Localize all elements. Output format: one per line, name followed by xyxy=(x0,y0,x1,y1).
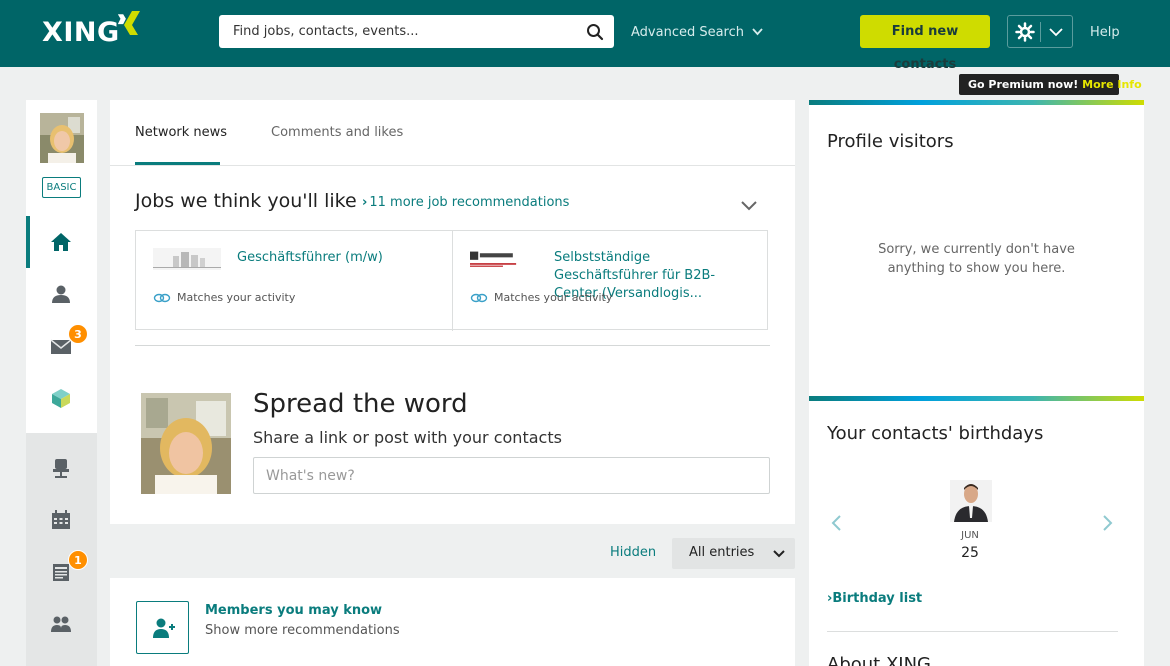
premium-more-info-link[interactable]: More Info xyxy=(1082,78,1142,91)
find-new-contacts-button[interactable]: Find new contacts xyxy=(860,15,990,72)
chevron-down-icon xyxy=(1049,28,1063,37)
link-icon xyxy=(153,293,171,303)
xing-logo[interactable]: XING xyxy=(42,17,120,48)
nav-item-news[interactable]: 1 xyxy=(26,546,97,598)
profile-icon xyxy=(52,285,70,303)
chevron-down-icon xyxy=(752,28,763,36)
search-box xyxy=(219,15,614,48)
status-update-field[interactable] xyxy=(253,457,770,494)
job-card[interactable]: Geschäftsführer (m/w) Matches your activ… xyxy=(136,231,452,331)
filter-selected-value: All entries xyxy=(689,545,755,560)
more-jobs-label: 11 more job recommendations xyxy=(369,195,570,210)
left-navigation: BASIC 3 1 xyxy=(26,100,97,666)
advanced-search-label: Advanced Search xyxy=(631,25,745,40)
job-match-reason: Matches your activity xyxy=(153,291,295,304)
spread-subtitle: Share a link or post with your contacts xyxy=(253,428,562,447)
next-section-title: About XING xyxy=(827,654,931,666)
entries-filter-select[interactable]: All entries xyxy=(672,538,795,569)
nav-item-profile[interactable] xyxy=(26,268,97,320)
settings-menu-button[interactable] xyxy=(1007,15,1073,48)
premium-text: Go Premium now! xyxy=(968,78,1079,91)
group-icon xyxy=(51,616,71,632)
card-accent-bar xyxy=(809,100,1144,105)
settings-separator xyxy=(1040,22,1041,42)
add-contact-button[interactable] xyxy=(136,601,189,654)
profile-visitors-card: Profile visitors Sorry, we currently don… xyxy=(809,100,1144,399)
more-jobs-link[interactable]: › 11 more job recommendations xyxy=(362,195,569,210)
chair-icon xyxy=(53,459,69,478)
left-navigation-primary: BASIC 3 xyxy=(26,100,97,433)
nav-item-jobs[interactable] xyxy=(26,442,97,494)
birthday-divider xyxy=(827,631,1118,632)
company-logo xyxy=(153,248,221,270)
company-logo xyxy=(470,249,517,269)
membership-badge: BASIC xyxy=(42,177,81,198)
search-input[interactable] xyxy=(233,15,583,48)
empty-line-1: Sorry, we currently don't have xyxy=(878,242,1075,257)
card-accent-bar xyxy=(809,396,1144,401)
add-user-icon xyxy=(153,618,175,638)
network-news-card: Network news Comments and likes Jobs we … xyxy=(110,100,795,524)
members-title-link[interactable]: Members you may know xyxy=(205,603,382,618)
job-match-label: Matches your activity xyxy=(494,291,613,304)
members-you-may-know-card: Members you may know Show more recommend… xyxy=(110,578,795,666)
cube-icon xyxy=(52,389,70,408)
tab-network-news[interactable]: Network news xyxy=(135,125,227,140)
birthday-list-label: Birthday list xyxy=(832,591,923,606)
job-match-reason: Matches your activity xyxy=(470,291,612,304)
xing-x-icon xyxy=(118,11,140,35)
profile-avatar[interactable] xyxy=(40,113,84,163)
profile-visitors-title: Profile visitors xyxy=(827,131,954,152)
user-photo xyxy=(141,393,231,494)
hidden-entries-link[interactable]: Hidden xyxy=(610,545,656,560)
nav-item-home[interactable] xyxy=(26,216,97,268)
job-card[interactable]: Selbstständige Geschäftsführer für B2B-C… xyxy=(453,231,769,331)
empty-line-2: anything to show you here. xyxy=(887,261,1066,276)
profile-visitors-empty-message: Sorry, we currently don't have anything … xyxy=(809,240,1144,278)
job-match-label: Matches your activity xyxy=(177,291,296,304)
search-icon[interactable] xyxy=(586,23,604,41)
spread-title: Spread the word xyxy=(253,389,468,419)
gear-icon xyxy=(1015,22,1035,42)
home-icon xyxy=(51,233,71,251)
jobs-section-title: Jobs we think you'll like xyxy=(135,190,357,212)
birthday-month: JUN xyxy=(961,530,979,541)
premium-banner[interactable]: Go Premium now! More Info xyxy=(959,74,1142,95)
nav-item-groups[interactable] xyxy=(26,598,97,650)
nav-active-indicator xyxy=(26,216,30,268)
section-divider xyxy=(135,345,770,346)
nav-item-messages[interactable]: 3 xyxy=(26,320,97,372)
job-recommendations: Geschäftsführer (m/w) Matches your activ… xyxy=(135,230,769,331)
nav-item-apps[interactable] xyxy=(26,372,97,424)
birthday-list-link[interactable]: ›Birthday list xyxy=(827,591,922,606)
job-title[interactable]: Geschäftsführer (m/w) xyxy=(237,249,437,267)
calendar-icon xyxy=(52,510,70,529)
messages-count-badge: 3 xyxy=(68,324,88,344)
top-bar: XING Advanced Search Find new contacts xyxy=(0,0,1170,72)
chevron-right-icon: › xyxy=(362,195,368,210)
help-link[interactable]: Help xyxy=(1090,25,1120,40)
birthdays-title: Your contacts' birthdays xyxy=(827,423,1044,444)
link-icon xyxy=(470,293,488,303)
chevron-right-icon[interactable] xyxy=(1101,514,1115,532)
news-count-badge: 1 xyxy=(68,550,88,570)
tab-comments-likes[interactable]: Comments and likes xyxy=(271,125,403,140)
birthday-day: 25 xyxy=(961,545,979,561)
birthday-contact-avatar[interactable] xyxy=(950,480,992,522)
chevron-down-icon xyxy=(773,550,785,558)
advanced-search-link[interactable]: Advanced Search xyxy=(631,25,763,40)
members-subtitle: Show more recommendations xyxy=(205,623,400,638)
birthdays-card: Your contacts' birthdays JUN 25 ›Birthda… xyxy=(809,396,1144,666)
chevron-down-icon[interactable] xyxy=(740,198,758,212)
tab-divider xyxy=(110,165,795,166)
nav-item-events[interactable] xyxy=(26,494,97,546)
status-input[interactable] xyxy=(254,458,769,493)
